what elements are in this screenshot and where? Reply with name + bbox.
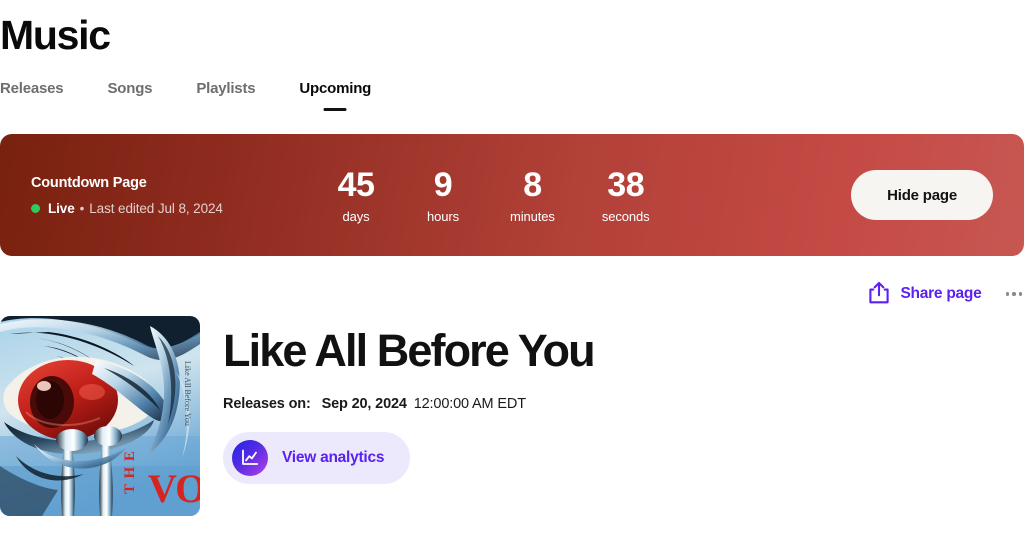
hide-page-button[interactable]: Hide page <box>851 170 993 220</box>
line-chart-icon <box>232 440 268 476</box>
ellipsis-icon <box>1012 292 1016 296</box>
countdown-value: 45 <box>337 166 375 204</box>
live-status-dot <box>31 203 40 213</box>
countdown-timer: 45 days 9 hours 8 minutes 38 seconds <box>336 166 650 224</box>
live-status-label: Live <box>48 200 75 216</box>
tab-playlists[interactable]: Playlists <box>174 80 277 97</box>
share-page-label: Share page <box>900 285 982 302</box>
countdown-value: 38 <box>607 166 645 204</box>
page-root: Music Releases Songs Playlists Upcoming <box>0 0 1024 516</box>
releases-on-label: Releases on: <box>223 396 311 412</box>
countdown-unit-minutes: 8 minutes <box>510 166 555 224</box>
svg-text:T H E: T H E <box>122 450 138 494</box>
countdown-value: 8 <box>523 166 542 204</box>
countdown-unit-days: 45 days <box>336 166 376 224</box>
tab-underline <box>323 108 347 111</box>
ellipsis-icon <box>1005 292 1009 296</box>
more-options-button[interactable] <box>1004 286 1024 302</box>
countdown-page-status: Live • Last edited Jul 8, 2024 <box>31 201 336 216</box>
tab-label: Playlists <box>196 80 256 97</box>
countdown-unit-label: days <box>342 209 370 224</box>
countdown-value: 9 <box>433 166 453 204</box>
tab-releases[interactable]: Releases <box>0 80 85 97</box>
page-actions: Share page <box>0 256 1024 310</box>
last-edited-label: Last edited Jul 8, 2024 <box>89 200 223 216</box>
view-analytics-button[interactable]: View analytics <box>223 432 411 484</box>
release-date-line: Releases on: Sep 20, 2024 12:00:00 AM ED… <box>223 396 594 412</box>
album-artwork[interactable]: T H E VOIDZ Like All Before You <box>0 316 200 516</box>
countdown-unit-label: hours <box>426 209 460 224</box>
tab-label: Upcoming <box>299 80 372 97</box>
view-analytics-label: View analytics <box>282 449 385 466</box>
status-separator: • <box>79 200 85 216</box>
svg-text:Like All Before You: Like All Before You <box>183 361 192 426</box>
ellipsis-icon <box>1018 292 1022 296</box>
tab-label: Releases <box>0 80 64 97</box>
release-info: Like All Before You Releases on: Sep 20,… <box>223 316 596 516</box>
share-page-button[interactable]: Share page <box>868 281 982 308</box>
page-title: Music <box>0 12 111 58</box>
release-date-value: Sep 20, 2024 <box>321 396 407 412</box>
tab-upcoming[interactable]: Upcoming <box>277 80 393 111</box>
release-detail: T H E VOIDZ Like All Before You Like All… <box>0 310 1024 516</box>
banner-info: Countdown Page Live • Last edited Jul 8,… <box>31 175 336 216</box>
tab-bar: Releases Songs Playlists Upcoming <box>0 60 1024 113</box>
svg-text:VOIDZ: VOIDZ <box>148 466 200 511</box>
countdown-unit-hours: 9 hours <box>423 166 463 224</box>
tab-songs[interactable]: Songs <box>85 80 174 97</box>
countdown-unit-label: seconds <box>601 209 650 224</box>
countdown-page-title: Countdown Page <box>31 174 147 191</box>
countdown-banner: Countdown Page Live • Last edited Jul 8,… <box>0 134 1024 256</box>
release-title: Like All Before You <box>223 325 596 376</box>
release-time-value: 12:00:00 AM EDT <box>413 396 526 412</box>
countdown-unit-label: minutes <box>510 209 555 224</box>
share-upload-icon <box>868 281 890 308</box>
countdown-unit-seconds: 38 seconds <box>602 166 650 224</box>
tab-label: Songs <box>107 80 153 97</box>
